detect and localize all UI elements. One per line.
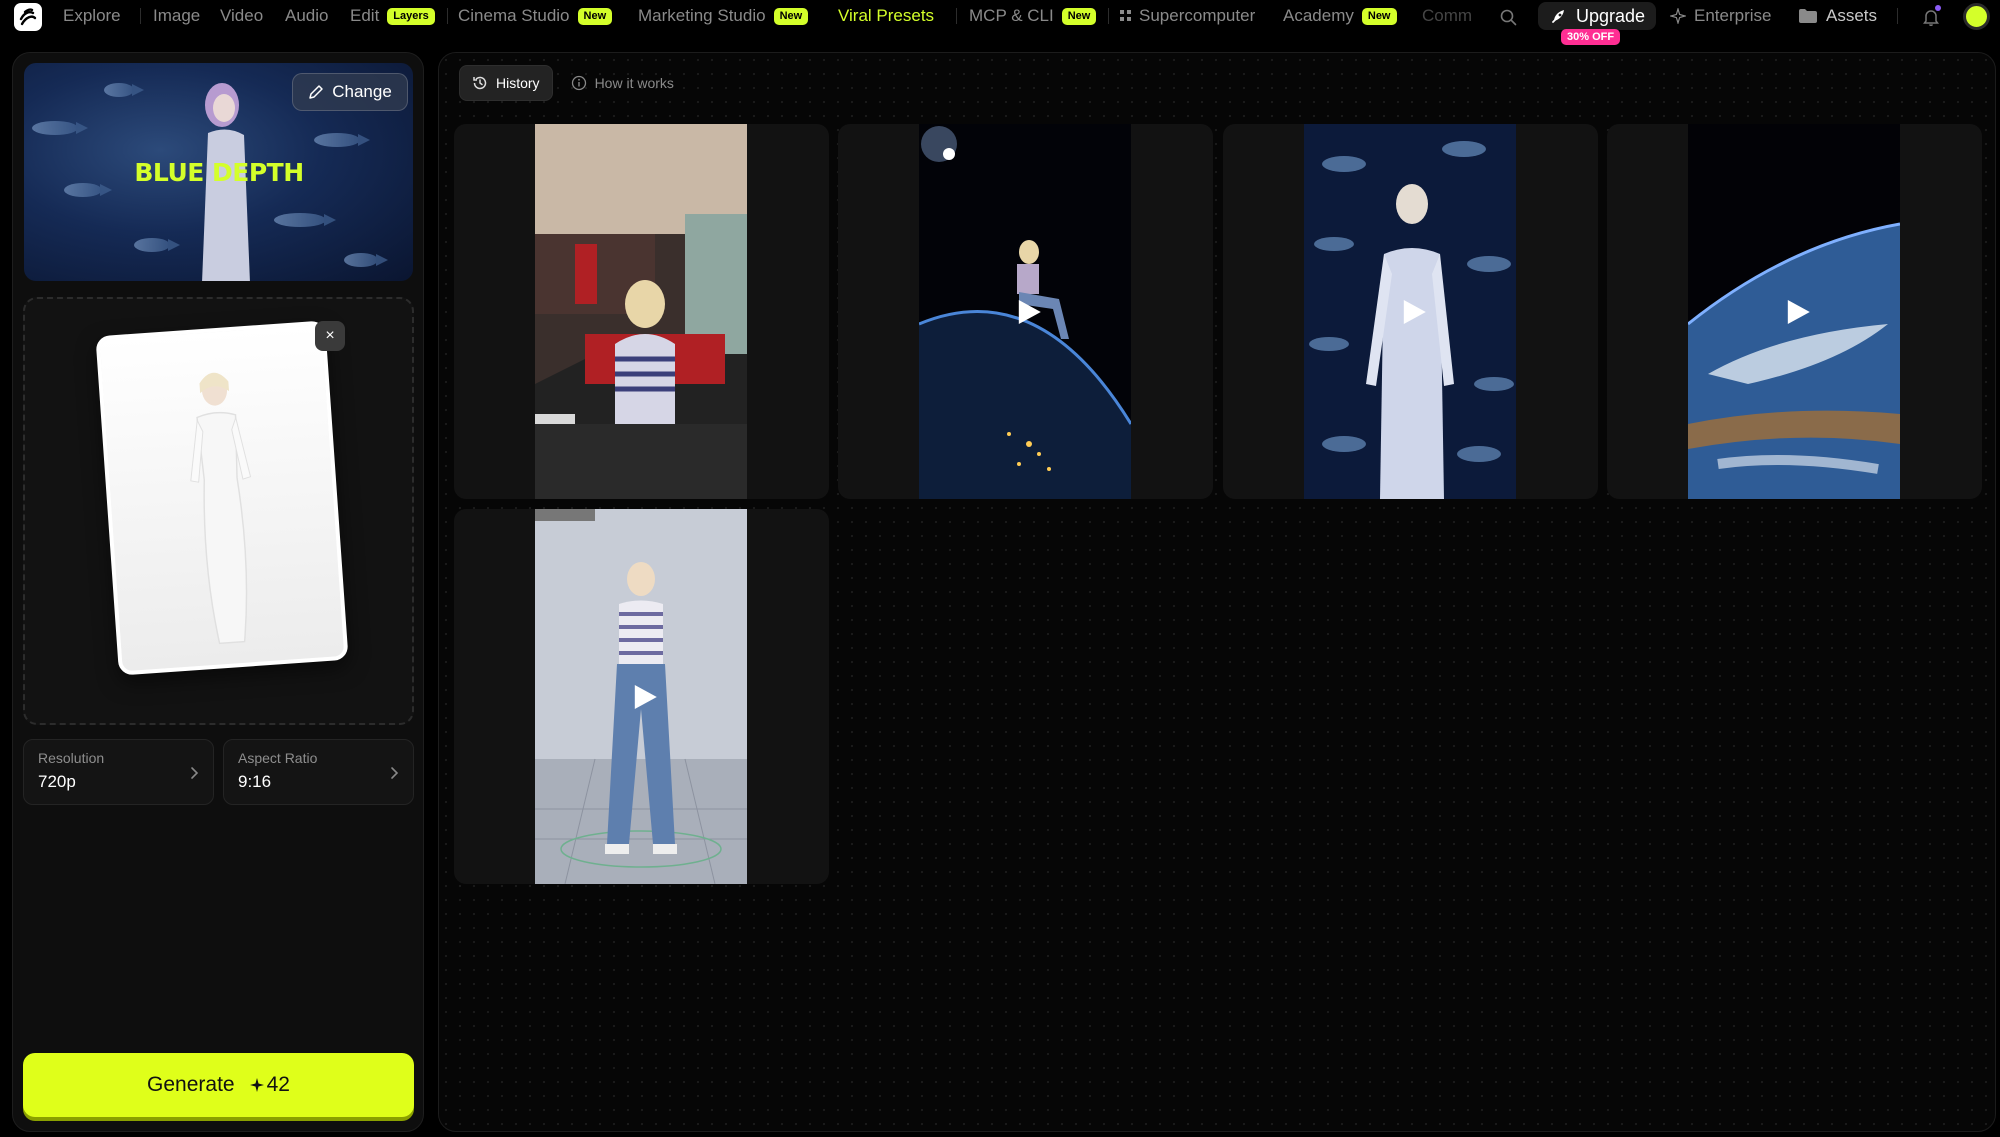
history-icon	[473, 76, 487, 90]
generate-button[interactable]: Generate 42	[23, 1053, 414, 1117]
nav-cinema-studio-label: Cinema Studio	[458, 6, 570, 25]
new-badge: New	[577, 7, 613, 25]
grid-icon	[1120, 10, 1131, 21]
nav-marketing-studio[interactable]: Marketing Studio New	[638, 0, 809, 32]
nav-edit-label: Edit	[350, 6, 380, 25]
nav-enterprise[interactable]: Enterprise	[1670, 0, 1771, 32]
upgrade-label: Upgrade	[1576, 5, 1646, 26]
preset-title: BLUE DEPTH	[134, 158, 304, 187]
search-icon[interactable]	[1496, 5, 1520, 29]
tab-history-label: History	[496, 75, 540, 91]
nav-mcp-cli[interactable]: MCP & CLI New	[969, 0, 1097, 32]
nav-supercomputer[interactable]: Supercomputer	[1120, 0, 1255, 32]
credit-cost: 42	[249, 1073, 290, 1097]
remove-image-button[interactable]: ×	[315, 321, 345, 351]
info-icon	[571, 75, 586, 91]
play-icon[interactable]	[1783, 298, 1811, 326]
sparkle-icon	[1670, 8, 1686, 24]
fish-decoration	[274, 213, 336, 227]
nav-academy-label: Academy	[1283, 6, 1354, 25]
nav-audio[interactable]: Audio	[285, 0, 328, 32]
credit-cost-value: 42	[266, 1073, 290, 1096]
nav-community[interactable]: Comm	[1422, 0, 1472, 32]
gallery-item[interactable]	[454, 124, 829, 499]
layers-badge: Layers	[387, 7, 435, 25]
history-panel: History How it works	[438, 52, 1996, 1132]
nav-cinema-studio[interactable]: Cinema Studio New	[458, 0, 613, 32]
notification-dot	[1935, 5, 1941, 11]
pencil-icon	[309, 85, 323, 99]
nav-academy[interactable]: Academy New	[1283, 0, 1397, 32]
change-preset-button[interactable]: Change	[292, 73, 408, 111]
nav-video-label: Video	[220, 6, 264, 25]
nav-video[interactable]: Video	[220, 0, 263, 32]
new-badge: New	[1061, 7, 1097, 25]
resolution-label: Resolution	[38, 750, 105, 766]
fish-decoration	[32, 121, 88, 135]
discount-badge: 30% OFF	[1561, 29, 1621, 45]
play-icon[interactable]	[1399, 298, 1427, 326]
top-navigation: Explore Image Video Audio Edit Layers Cin…	[0, 0, 2000, 45]
upgrade-button[interactable]: Upgrade	[1538, 2, 1656, 30]
tab-how-it-works-label: How it works	[594, 75, 674, 91]
aspect-ratio-label: Aspect Ratio	[238, 750, 318, 766]
new-badge: New	[773, 7, 809, 25]
gallery-item[interactable]	[1607, 124, 1982, 499]
chevron-right-icon	[391, 767, 399, 779]
rocket-icon	[1552, 10, 1564, 23]
fish-decoration	[134, 238, 180, 252]
gallery-item[interactable]	[454, 509, 829, 884]
sparkle-icon	[249, 1078, 264, 1092]
nav-edit[interactable]: Edit Layers	[350, 0, 435, 32]
nav-mcp-cli-label: MCP & CLI	[969, 6, 1054, 25]
user-avatar[interactable]	[1963, 3, 1990, 30]
preset-preview[interactable]: BLUE DEPTH Change	[24, 63, 413, 281]
fish-decoration	[314, 133, 370, 147]
tab-history[interactable]: History	[459, 65, 553, 101]
nav-divider	[1897, 8, 1898, 24]
new-badge: New	[1361, 7, 1397, 25]
nav-audio-label: Audio	[285, 6, 329, 25]
nav-divider	[140, 8, 141, 24]
gallery-item[interactable]	[838, 124, 1213, 499]
fish-decoration	[104, 83, 144, 97]
gallery-item[interactable]	[1223, 124, 1598, 499]
nav-community-label: Comm	[1422, 6, 1473, 25]
tab-how-it-works[interactable]: How it works	[559, 65, 686, 101]
folder-icon	[1799, 9, 1817, 23]
close-icon: ×	[325, 327, 335, 344]
image-upload-zone[interactable]: ×	[23, 297, 414, 725]
nav-explore-label: Explore	[63, 6, 121, 25]
uploaded-photo	[95, 320, 349, 676]
nav-viral-presets-label: Viral Presets	[838, 6, 935, 25]
app-logo-icon[interactable]	[14, 3, 42, 31]
nav-marketing-studio-label: Marketing Studio	[638, 6, 766, 25]
nav-divider	[956, 8, 957, 24]
chevron-right-icon	[191, 767, 199, 779]
change-label: Change	[332, 82, 392, 101]
aspect-ratio-selector[interactable]: Aspect Ratio 9:16	[223, 739, 414, 805]
play-icon[interactable]	[1014, 298, 1042, 326]
resolution-selector[interactable]: Resolution 720p	[23, 739, 214, 805]
nav-assets[interactable]: Assets	[1798, 0, 1877, 32]
nav-divider	[1108, 8, 1109, 24]
nav-explore[interactable]: Explore	[63, 0, 121, 32]
nav-viral-presets[interactable]: Viral Presets	[838, 0, 934, 32]
model-figure	[190, 372, 252, 645]
nav-image-label: Image	[153, 6, 201, 25]
play-icon[interactable]	[630, 683, 658, 711]
panel-tabs: History How it works	[459, 65, 692, 101]
generate-label: Generate	[147, 1073, 235, 1096]
nav-divider	[447, 8, 448, 24]
nav-image[interactable]: Image	[153, 0, 200, 32]
nav-assets-label: Assets	[1826, 6, 1878, 25]
preset-sidebar: BLUE DEPTH Change × Resolution 720p Aspe…	[12, 52, 424, 1132]
nav-supercomputer-label: Supercomputer	[1139, 6, 1256, 25]
fish-decoration	[344, 253, 388, 267]
resolution-value: 720p	[38, 772, 76, 791]
aspect-ratio-value: 9:16	[238, 772, 272, 791]
nav-enterprise-label: Enterprise	[1694, 6, 1772, 25]
video-thumbnail	[535, 124, 747, 499]
